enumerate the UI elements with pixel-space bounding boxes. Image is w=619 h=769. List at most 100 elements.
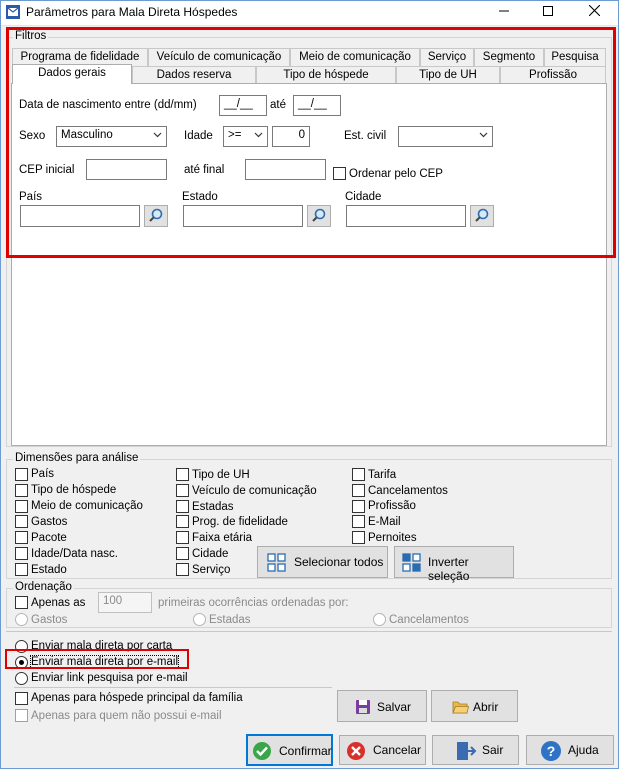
dim-checkbox[interactable] xyxy=(15,515,28,528)
help-icon: ? xyxy=(541,741,561,761)
select-all-button[interactable]: Selecionar todos xyxy=(257,546,388,578)
tab-pesquisa[interactable]: Pesquisa xyxy=(544,48,606,66)
dim-label: Pacote xyxy=(31,532,67,544)
filters-group-label: Filtros xyxy=(13,30,49,42)
cancel-button[interactable]: Cancelar xyxy=(339,735,426,765)
dim-label: Faixa etária xyxy=(192,532,253,544)
cep-start-input[interactable] xyxy=(86,159,167,180)
floppy-disk-icon xyxy=(356,700,370,714)
country-input[interactable] xyxy=(20,205,140,227)
birth-to-input[interactable]: __/__ xyxy=(293,95,341,116)
cep-start-label: CEP inicial xyxy=(19,164,75,176)
close-icon xyxy=(588,4,600,17)
age-operator-select[interactable]: >= xyxy=(223,126,268,147)
family-main-checkbox[interactable] xyxy=(15,692,28,705)
no-email-label: Apenas para quem não possui e-mail xyxy=(31,710,222,722)
dim-checkbox[interactable] xyxy=(176,468,189,481)
dim-checkbox[interactable] xyxy=(352,515,365,528)
order-option-label: Estadas xyxy=(209,614,251,626)
save-button[interactable]: Salvar xyxy=(337,690,427,722)
check-icon xyxy=(253,742,271,760)
dim-checkbox[interactable] xyxy=(176,515,189,528)
dim-label: Tarifa xyxy=(368,469,397,481)
search-icon xyxy=(475,208,489,222)
send-letter-label: Enviar mala direta por carta xyxy=(31,640,173,652)
minimize-icon xyxy=(499,10,509,12)
divider xyxy=(6,631,612,632)
tab-meio-comunicacao[interactable]: Meio de comunicação xyxy=(290,48,420,66)
send-survey-label: Enviar link pesquisa por e-mail xyxy=(31,672,188,684)
maximize-button[interactable] xyxy=(525,0,571,26)
order-estadas-radio[interactable] xyxy=(193,613,206,626)
dim-checkbox[interactable] xyxy=(176,500,189,513)
dim-checkbox[interactable] xyxy=(352,531,365,544)
dim-checkbox[interactable] xyxy=(15,531,28,544)
cep-end-input[interactable] xyxy=(245,159,326,180)
dim-checkbox[interactable] xyxy=(15,500,28,513)
order-option-label: Cancelamentos xyxy=(389,614,469,626)
dim-label: Serviço xyxy=(192,564,231,576)
divider xyxy=(14,687,332,688)
dim-checkbox[interactable] xyxy=(176,484,189,497)
confirm-button[interactable]: Confirmar xyxy=(246,734,333,766)
order-cancelamentos-radio[interactable] xyxy=(373,613,386,626)
count-input[interactable]: 100 xyxy=(98,592,152,613)
dim-label: Estado xyxy=(31,564,67,576)
send-email-radio[interactable] xyxy=(15,656,28,669)
age-input[interactable]: 0 xyxy=(272,126,310,147)
dim-label: Meio de comunicação xyxy=(31,500,143,512)
close-button[interactable] xyxy=(571,0,617,26)
save-label: Salvar xyxy=(377,700,412,714)
open-button[interactable]: Abrir xyxy=(431,690,518,722)
tab-dados-reserva[interactable]: Dados reserva xyxy=(132,66,256,84)
invert-selection-icon xyxy=(402,553,421,572)
tab-tipo-uh[interactable]: Tipo de UH xyxy=(396,66,500,84)
dim-checkbox[interactable] xyxy=(176,563,189,576)
help-button[interactable]: ? Ajuda xyxy=(526,735,614,765)
dim-checkbox[interactable] xyxy=(15,563,28,576)
exit-button[interactable]: Sair xyxy=(432,735,519,765)
city-input[interactable] xyxy=(346,205,466,227)
dim-checkbox[interactable] xyxy=(15,468,28,481)
dim-checkbox[interactable] xyxy=(352,484,365,497)
city-label: Cidade xyxy=(345,191,382,203)
dim-label: Tipo de UH xyxy=(192,469,250,481)
maximize-icon xyxy=(543,6,553,16)
state-search-button[interactable] xyxy=(307,205,331,227)
send-survey-radio[interactable] xyxy=(15,672,28,685)
invert-selection-button[interactable]: Inverter seleção xyxy=(394,546,514,583)
confirm-label: Confirmar xyxy=(279,744,332,758)
send-letter-radio[interactable] xyxy=(15,640,28,653)
dim-checkbox[interactable] xyxy=(176,547,189,560)
tab-tipo-hospede[interactable]: Tipo de hóspede xyxy=(256,66,396,84)
dim-checkbox[interactable] xyxy=(15,547,28,560)
country-search-button[interactable] xyxy=(144,205,168,227)
sex-select[interactable]: Masculino xyxy=(56,126,167,147)
tab-servico[interactable]: Serviço xyxy=(420,48,474,66)
tab-profissao[interactable]: Profissão xyxy=(500,66,606,84)
tab-dados-gerais[interactable]: Dados gerais xyxy=(12,64,132,84)
dim-label: País xyxy=(31,468,55,480)
ordering-group-label: Ordenação xyxy=(13,581,74,593)
tab-veiculo-comunicacao[interactable]: Veículo de comunicação xyxy=(148,48,290,66)
minimize-button[interactable] xyxy=(481,0,527,26)
chevron-down-icon xyxy=(153,132,162,138)
order-gastos-radio[interactable] xyxy=(15,613,28,626)
dim-checkbox[interactable] xyxy=(15,484,28,497)
tab-segmento[interactable]: Segmento xyxy=(474,48,544,66)
cancel-icon xyxy=(347,742,365,760)
city-search-button[interactable] xyxy=(470,205,494,227)
family-main-label: Apenas para hóspede principal da família xyxy=(31,692,243,704)
cancel-label: Cancelar xyxy=(373,743,422,757)
civil-status-select[interactable] xyxy=(398,126,493,147)
no-email-checkbox[interactable] xyxy=(15,709,28,722)
order-by-cep-checkbox[interactable] xyxy=(333,167,346,180)
dim-checkbox[interactable] xyxy=(176,531,189,544)
only-first-checkbox[interactable] xyxy=(15,596,28,609)
dim-checkbox[interactable] xyxy=(352,468,365,481)
cep-end-label: até final xyxy=(184,164,225,176)
first-occurrences-label: primeiras ocorrências ordenadas por: xyxy=(158,597,349,609)
dim-checkbox[interactable] xyxy=(352,500,365,513)
birth-from-input[interactable]: __/__ xyxy=(219,95,267,116)
state-input[interactable] xyxy=(183,205,303,227)
